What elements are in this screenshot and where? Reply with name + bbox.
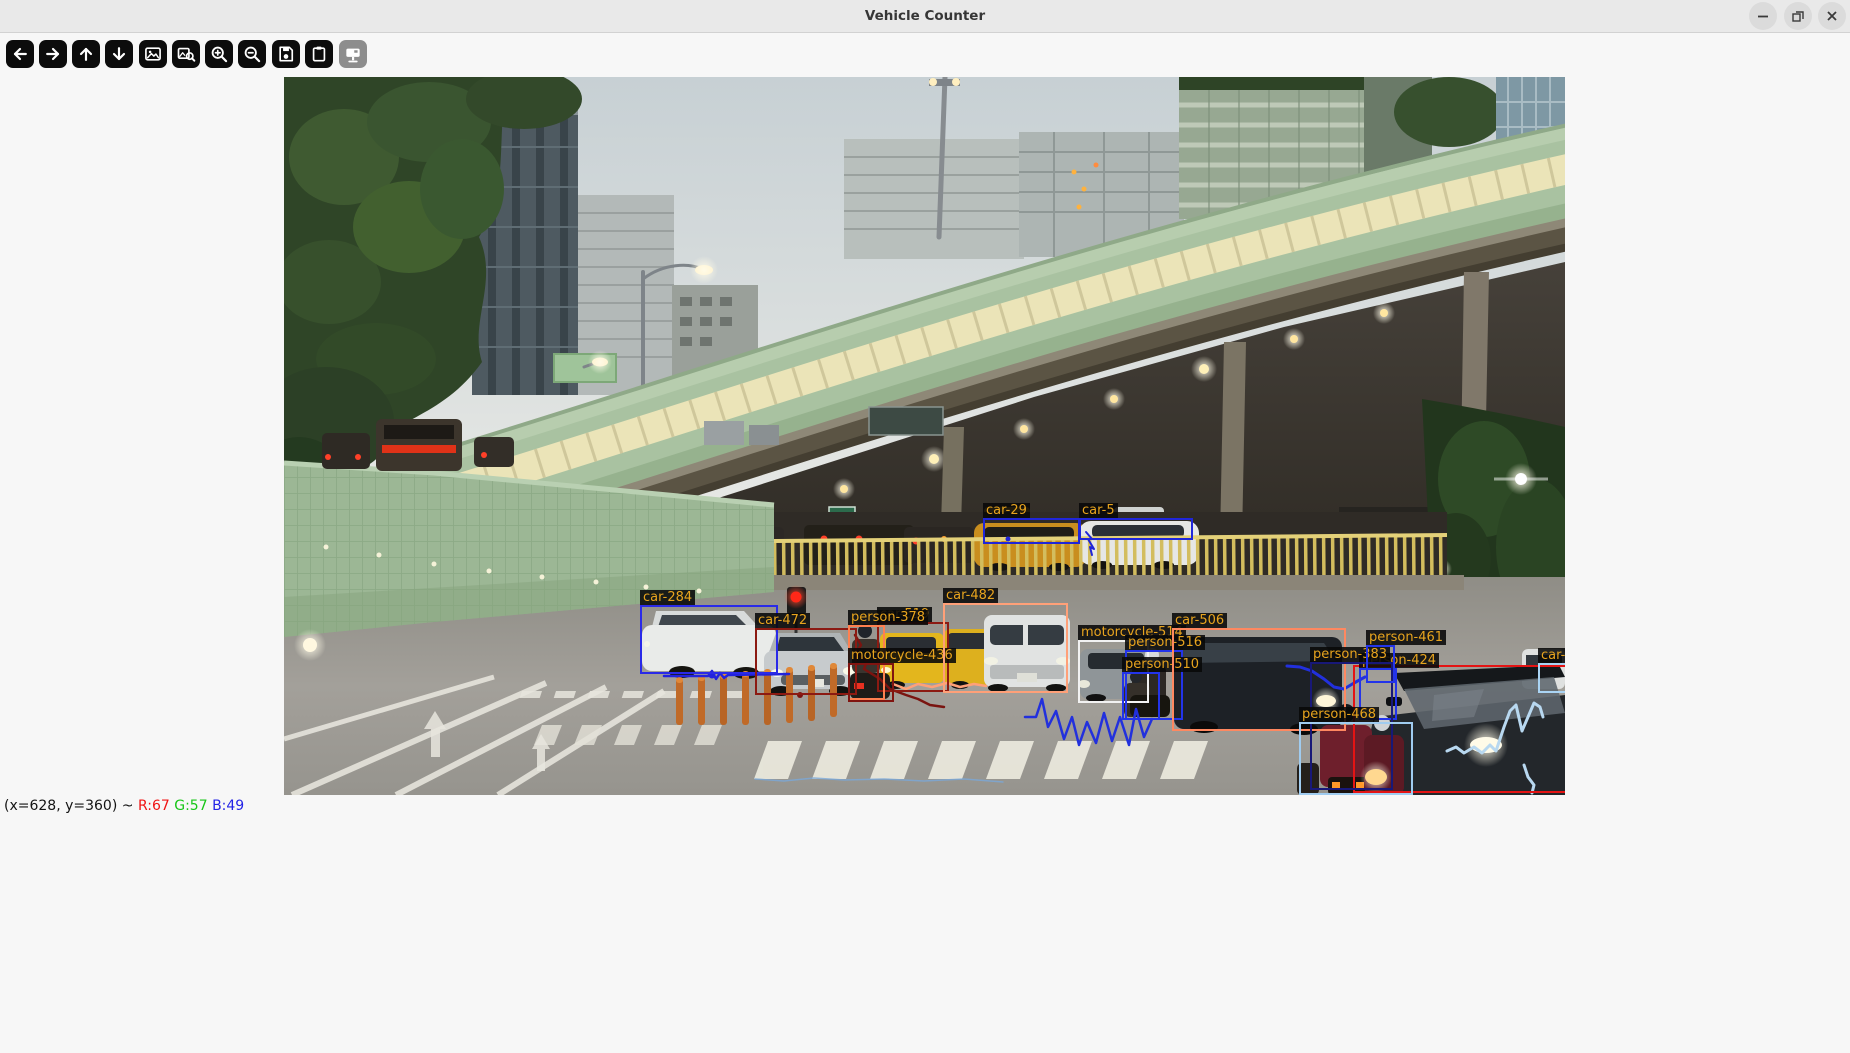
pixel-green-value: G:57 <box>174 798 212 814</box>
detection-label: car-5 <box>1079 503 1118 518</box>
clipboard-button[interactable] <box>305 40 333 68</box>
detection-label: car-284 <box>640 590 695 605</box>
detection-box: car-472 <box>755 628 857 695</box>
pan-right-button[interactable] <box>39 40 67 68</box>
pan-left-button[interactable] <box>6 40 34 68</box>
zoom-in-icon <box>209 44 229 64</box>
arrow-left-icon <box>10 44 30 64</box>
detection-label: person-468 <box>1299 707 1379 722</box>
close-icon <box>1824 8 1840 24</box>
pixel-blue-value: B:49 <box>212 798 244 814</box>
detection-label: person-461 <box>1366 630 1446 645</box>
cursor-position: (x=628, y=360) ~ <box>4 798 138 814</box>
pixel-red-value: R:67 <box>138 798 174 814</box>
close-button[interactable] <box>1818 2 1846 30</box>
arrow-down-icon <box>109 44 129 64</box>
pan-down-button[interactable] <box>105 40 133 68</box>
zoom-out-button[interactable] <box>238 40 266 68</box>
zoom-reset-button[interactable] <box>139 40 167 68</box>
arrow-up-icon <box>76 44 96 64</box>
detection-label: car-29 <box>983 503 1030 518</box>
detection-box: person-468 <box>1299 722 1413 795</box>
detection-box: person-510 <box>1122 672 1160 720</box>
detection-label: car-506 <box>1172 613 1227 628</box>
arrow-right-icon <box>43 44 63 64</box>
detection-box: car-29 <box>983 518 1080 544</box>
titlebar: Vehicle Counter <box>0 0 1850 33</box>
detection-box: motorcycle-436 <box>848 663 894 702</box>
image-icon <box>143 44 163 64</box>
statusbar: (x=628, y=360) ~ R:67 G:57 B:49 <box>4 798 244 814</box>
display-properties-button[interactable] <box>339 40 367 68</box>
save-button[interactable] <box>272 40 300 68</box>
minimize-button[interactable] <box>1749 2 1777 30</box>
restore-icon <box>1790 8 1806 24</box>
restore-button[interactable] <box>1784 2 1812 30</box>
zoom-region-button[interactable] <box>172 40 200 68</box>
display-properties-icon <box>343 44 363 64</box>
zoom-out-icon <box>242 44 262 64</box>
window-title: Vehicle Counter <box>0 0 1850 32</box>
zoom-in-button[interactable] <box>205 40 233 68</box>
detection-label: car-472 <box>755 613 810 628</box>
detection-label: person-378 <box>848 610 928 625</box>
detection-box: person-461 <box>1366 645 1395 683</box>
clipboard-icon <box>309 44 329 64</box>
detection-layer: car-29car-5car-284car-472car-519person-3… <box>284 77 1565 795</box>
detection-label: car-5 <box>1538 648 1565 663</box>
detection-label: car-482 <box>943 588 998 603</box>
pan-up-button[interactable] <box>72 40 100 68</box>
detection-box: car-482 <box>943 603 1068 693</box>
image-canvas[interactable]: car-29car-5car-284car-472car-519person-3… <box>284 77 1565 795</box>
image-magnifier-icon <box>176 44 196 64</box>
detection-box: car-5 <box>1079 518 1193 540</box>
detection-label: motorcycle-436 <box>848 648 956 663</box>
minimize-icon <box>1755 8 1771 24</box>
detection-box: car-5 <box>1538 663 1565 693</box>
save-icon <box>276 44 296 64</box>
